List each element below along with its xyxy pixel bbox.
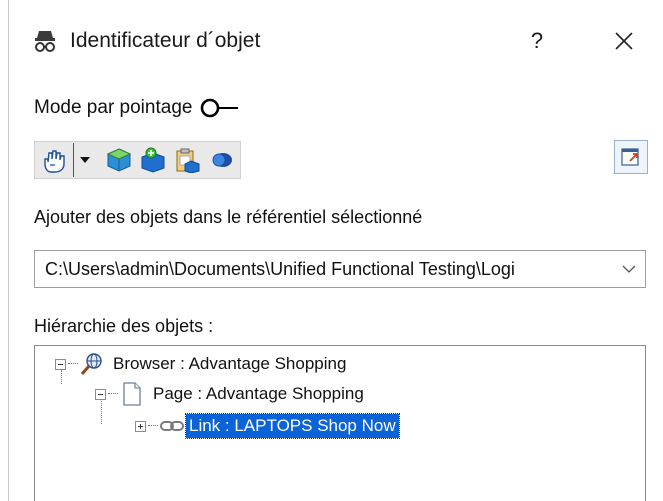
tree-connector (148, 425, 158, 427)
add-child-object-button[interactable] (136, 143, 170, 177)
pointing-hand-button[interactable] (37, 143, 71, 177)
pointing-mode-label: Mode par pointage (34, 97, 193, 118)
toolbar-group (34, 141, 241, 179)
title-bar: Identificateur d´objet ? (0, 0, 663, 82)
tree-item-label[interactable]: Page : Advantage Shopping (150, 382, 367, 406)
close-icon (615, 32, 633, 50)
pin-window-icon (621, 148, 639, 166)
paste-object-icon (176, 148, 200, 173)
toolbar (34, 140, 241, 180)
highlight-object-button[interactable] (204, 143, 238, 177)
pin-window-button[interactable] (614, 140, 648, 174)
hierarchy-label: Hiérarchie des objets : (34, 316, 214, 336)
object-hierarchy-tree[interactable]: Browser : Advantage Shopping Page : Adva… (34, 345, 646, 501)
add-object-cube-icon (106, 148, 132, 172)
paste-object-button[interactable] (170, 143, 204, 177)
help-button[interactable]: ? (522, 24, 552, 58)
pointing-mode-row: Mode par pointage (34, 93, 240, 123)
pointing-hand-icon (44, 150, 65, 173)
expand-toggle[interactable] (135, 420, 146, 432)
tree-item-page[interactable]: Page : Advantage Shopping (95, 380, 367, 408)
chevron-down-icon (622, 265, 636, 273)
object-identifier-window: Identificateur d´objet ? Mode par pointa… (0, 0, 663, 501)
link-chain-icon (160, 414, 184, 438)
tree-connector (108, 393, 118, 395)
spy-icon (34, 28, 56, 54)
window-title: Identificateur d´objet (70, 29, 261, 52)
collapse-toggle[interactable] (55, 358, 66, 370)
page-icon (120, 382, 144, 406)
tree-item-label-selected[interactable]: Link : LAPTOPS Shop Now (185, 413, 400, 439)
dropdown-arrow-icon (80, 157, 90, 163)
tree-item-link[interactable]: Link : LAPTOPS Shop Now (135, 412, 400, 440)
pointing-mode-toggle[interactable] (200, 96, 240, 120)
tree-item-browser[interactable]: Browser : Advantage Shopping (55, 350, 349, 378)
repository-path-select[interactable]: C:\Users\admin\Documents\Unified Functio… (34, 250, 646, 288)
close-button[interactable] (604, 24, 644, 58)
browser-globe-icon (80, 352, 104, 376)
add-object-button[interactable] (102, 143, 136, 177)
toggle-off-icon (201, 98, 239, 118)
repository-path-value: C:\Users\admin\Documents\Unified Functio… (45, 259, 515, 279)
highlight-object-icon (212, 153, 232, 167)
repository-label: Ajouter des objets dans le référentiel s… (34, 207, 423, 227)
tree-item-label[interactable]: Browser : Advantage Shopping (110, 352, 349, 376)
add-child-object-icon (141, 147, 165, 173)
tree-connector (68, 363, 78, 365)
collapse-toggle[interactable] (95, 388, 106, 400)
pointing-mode-dropdown[interactable] (73, 143, 96, 177)
